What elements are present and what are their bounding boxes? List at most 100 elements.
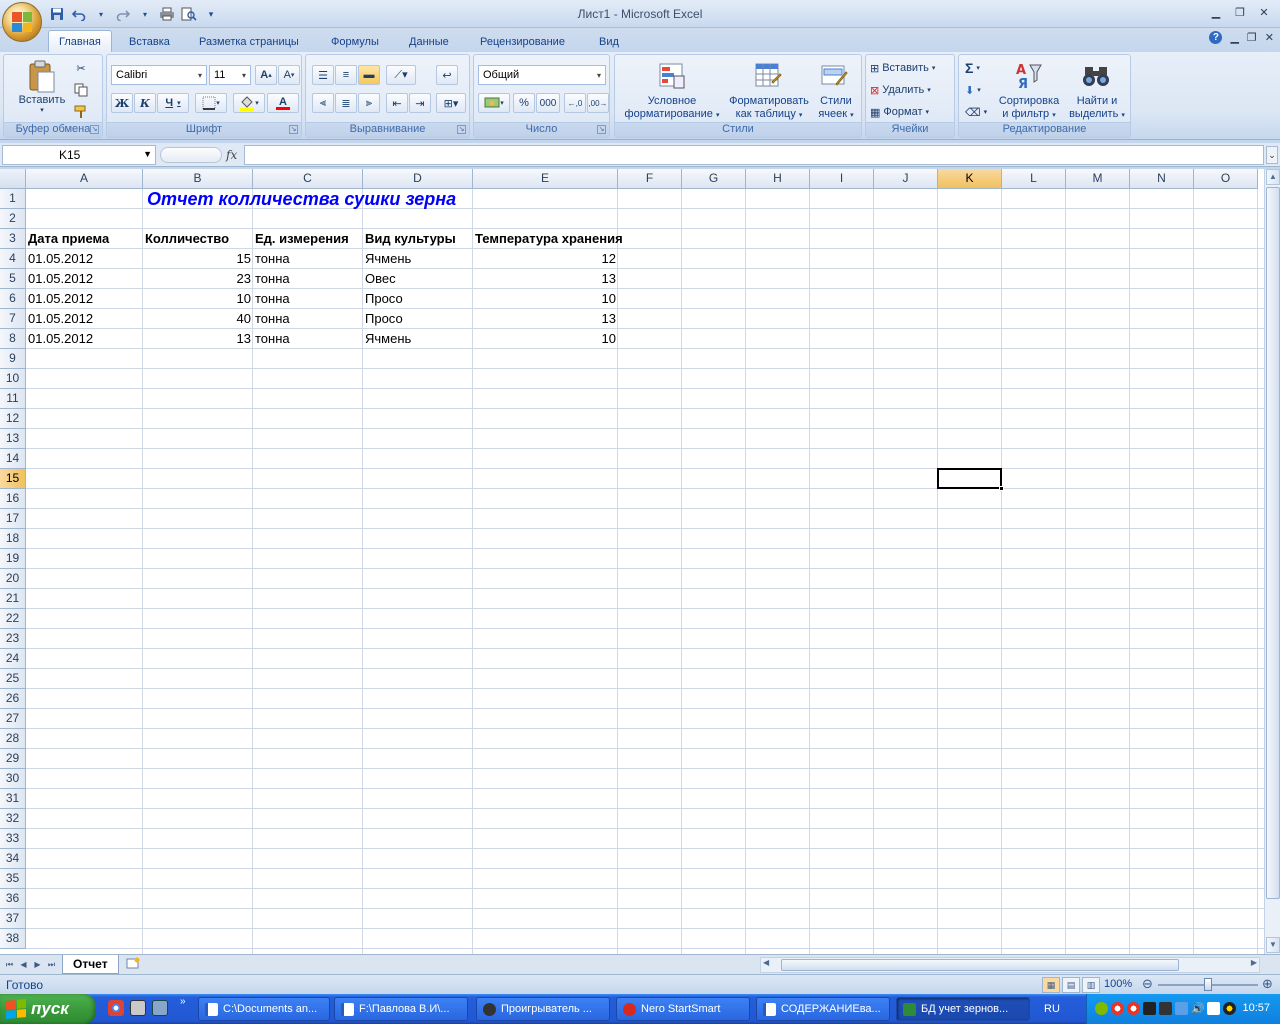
row-header-38[interactable]: 38: [0, 929, 26, 949]
column-header-h[interactable]: H: [746, 169, 810, 189]
align-right-icon[interactable]: ⫸: [358, 93, 380, 113]
row-header-1[interactable]: 1: [0, 189, 26, 209]
borders-button[interactable]: ▾: [195, 93, 227, 113]
tray-check-icon[interactable]: [1207, 1002, 1220, 1015]
increase-decimal-icon[interactable]: ←,0: [564, 93, 586, 113]
paste-button[interactable]: Вставить ▾: [12, 57, 72, 117]
orientation-icon[interactable]: ⟋▾: [386, 65, 416, 85]
column-header-d[interactable]: D: [363, 169, 473, 189]
taskbar-item-nero[interactable]: Nero StartSmart: [616, 997, 750, 1021]
row-header-21[interactable]: 21: [0, 589, 26, 609]
chevron-down-icon[interactable]: ▼: [143, 149, 152, 159]
font-name-combo[interactable]: Calibri ▾: [111, 65, 207, 85]
row-header-5[interactable]: 5: [0, 269, 26, 289]
more-quicklaunch-icon[interactable]: »: [180, 996, 186, 1007]
increase-indent-icon[interactable]: ⇥: [409, 93, 431, 113]
row-header-22[interactable]: 22: [0, 609, 26, 629]
column-header-j[interactable]: J: [874, 169, 938, 189]
horizontal-scrollbar[interactable]: ◀ ▶: [760, 957, 1260, 973]
row-header-34[interactable]: 34: [0, 849, 26, 869]
data-cell[interactable]: 12: [473, 249, 618, 269]
data-cell[interactable]: 10: [473, 289, 618, 309]
data-cell[interactable]: тонна: [253, 269, 363, 289]
close-icon[interactable]: ✕: [1265, 31, 1274, 44]
header-cell[interactable]: Дата приема: [26, 229, 111, 249]
fill-color-button[interactable]: ▾: [233, 93, 265, 113]
volume-icon[interactable]: 🔊: [1191, 1002, 1205, 1015]
row-header-8[interactable]: 8: [0, 329, 26, 349]
insert-function-icon[interactable]: fx: [226, 148, 237, 162]
column-header-f[interactable]: F: [618, 169, 682, 189]
worksheet-grid[interactable]: ABCDEFGHIJKLMNO 1 2 3 4 5 6 7 8 9 10 11 12 13 14 15 16 1…: [0, 169, 1264, 954]
tray-app-icon[interactable]: [1223, 1002, 1236, 1015]
formula-input[interactable]: [244, 145, 1264, 165]
row-header-28[interactable]: 28: [0, 729, 26, 749]
data-cell[interactable]: Ячмень: [363, 249, 473, 269]
next-sheet-icon[interactable]: ▶: [32, 958, 43, 971]
row-header-19[interactable]: 19: [0, 549, 26, 569]
zoom-slider-knob[interactable]: [1204, 978, 1212, 991]
data-cell[interactable]: Просо: [363, 289, 473, 309]
chrome-icon[interactable]: [108, 1000, 124, 1016]
maximize-icon[interactable]: ❐: [1230, 4, 1250, 20]
sheet-tab-report[interactable]: Отчет: [62, 955, 119, 974]
font-color-button[interactable]: A: [267, 93, 299, 113]
data-cell[interactable]: 01.05.2012: [26, 249, 143, 269]
copy-icon[interactable]: [72, 81, 90, 99]
data-cell[interactable]: 15: [143, 249, 253, 269]
data-cell[interactable]: Ячмень: [363, 329, 473, 349]
vertical-scroll-thumb[interactable]: [1266, 187, 1280, 899]
column-header-g[interactable]: G: [682, 169, 746, 189]
fill-handle[interactable]: [999, 486, 1004, 491]
tray-app-icon[interactable]: [1111, 1002, 1124, 1015]
select-all-button[interactable]: [0, 169, 26, 189]
merge-cells-icon[interactable]: ⊞▾: [436, 93, 466, 113]
column-header-i[interactable]: I: [810, 169, 874, 189]
data-cell[interactable]: 10: [473, 329, 618, 349]
row-header-12[interactable]: 12: [0, 409, 26, 429]
data-cell[interactable]: 13: [473, 309, 618, 329]
fill-button[interactable]: ⬇ ▾: [965, 81, 981, 99]
row-header-18[interactable]: 18: [0, 529, 26, 549]
data-cell[interactable]: тонна: [253, 249, 363, 269]
row-header-23[interactable]: 23: [0, 629, 26, 649]
column-header-o[interactable]: O: [1194, 169, 1258, 189]
data-cell[interactable]: 01.05.2012: [26, 329, 143, 349]
app-icon[interactable]: [130, 1000, 146, 1016]
zoom-in-icon[interactable]: ⊕: [1262, 976, 1273, 992]
row-header-13[interactable]: 13: [0, 429, 26, 449]
horizontal-scroll-thumb[interactable]: [781, 959, 1179, 971]
dialog-launcher-icon[interactable]: ↘: [597, 125, 606, 134]
row-header-32[interactable]: 32: [0, 809, 26, 829]
format-cells-button[interactable]: ▦ Формат ▾: [870, 103, 929, 121]
row-header-16[interactable]: 16: [0, 489, 26, 509]
tab-review[interactable]: Рецензирование: [470, 31, 575, 52]
office-button[interactable]: [2, 2, 42, 42]
row-header-7[interactable]: 7: [0, 309, 26, 329]
font-size-combo[interactable]: 11 ▾: [209, 65, 251, 85]
minimize-icon[interactable]: ▁: [1230, 31, 1238, 44]
page-break-view-icon[interactable]: ▥: [1082, 977, 1100, 993]
close-icon[interactable]: ✕: [1254, 4, 1274, 20]
shrink-font-button[interactable]: A ▾: [278, 65, 300, 85]
scroll-down-icon[interactable]: ▼: [1266, 937, 1280, 953]
row-header-2[interactable]: 2: [0, 209, 26, 229]
scroll-right-icon[interactable]: ▶: [1251, 958, 1257, 967]
format-as-table-button[interactable]: Форматировать как таблицу ▾: [723, 95, 815, 122]
delete-cells-button[interactable]: ⊠ Удалить ▾: [870, 81, 931, 99]
language-indicator[interactable]: RU: [1044, 1003, 1060, 1015]
insert-sheet-icon[interactable]: [122, 957, 144, 972]
row-header-36[interactable]: 36: [0, 889, 26, 909]
data-cell[interactable]: 40: [143, 309, 253, 329]
column-header-e[interactable]: E: [473, 169, 618, 189]
data-cell[interactable]: 10: [143, 289, 253, 309]
row-header-3[interactable]: 3: [0, 229, 26, 249]
dialog-launcher-icon[interactable]: ↘: [457, 125, 466, 134]
zoom-out-icon[interactable]: ⊖: [1142, 976, 1153, 992]
data-cell[interactable]: 23: [143, 269, 253, 289]
scroll-left-icon[interactable]: ◀: [763, 958, 769, 967]
header-cell[interactable]: Колличество: [143, 229, 231, 249]
row-header-31[interactable]: 31: [0, 789, 26, 809]
data-cell[interactable]: тонна: [253, 329, 363, 349]
underline-button[interactable]: Ч ▾: [157, 93, 189, 113]
